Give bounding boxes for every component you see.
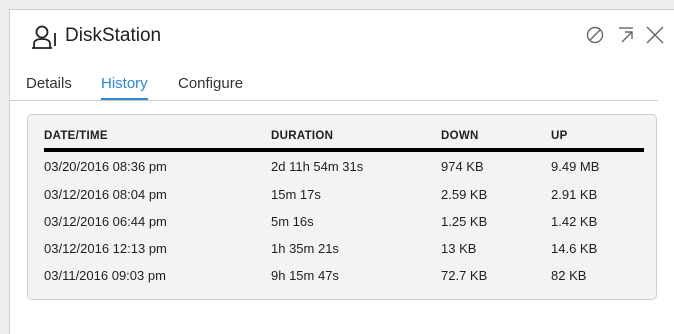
cell-down: 2.59 KB (441, 187, 488, 202)
cell-duration: 2d 11h 54m 31s (271, 159, 364, 174)
disable-icon[interactable] (584, 24, 606, 46)
tab-history[interactable]: History (101, 74, 148, 100)
cell-datetime: 03/12/2016 08:04 pm (44, 187, 167, 202)
history-panel: DATE/TIME DURATION DOWN UP 03/20/2016 08… (27, 114, 657, 300)
window-titlebar: DiskStation (10, 10, 674, 62)
table-row: 03/12/2016 08:04 pm 15m 17s 2.59 KB 2.91… (44, 181, 644, 208)
cell-down: 72.7 KB (441, 268, 488, 283)
device-user-icon (30, 24, 58, 50)
cell-up: 14.6 KB (551, 241, 598, 256)
cell-up: 2.91 KB (551, 187, 598, 202)
window-title: DiskStation (65, 25, 162, 46)
cell-down: 13 KB (441, 241, 477, 256)
table-row: 03/20/2016 08:36 pm 2d 11h 54m 31s 974 K… (44, 150, 644, 181)
cell-down: 1.25 KB (441, 214, 488, 229)
cell-up: 1.42 KB (551, 214, 598, 229)
cell-datetime: 03/11/2016 09:03 pm (44, 268, 166, 283)
column-header-duration[interactable]: DURATION (271, 123, 441, 152)
table-row: 03/12/2016 12:13 pm 1h 35m 21s 13 KB 14.… (44, 235, 644, 262)
table-header-row: DATE/TIME DURATION DOWN UP (44, 123, 644, 152)
cell-up: 9.49 MB (551, 159, 600, 174)
cell-up: 82 KB (551, 268, 587, 283)
history-table: DATE/TIME DURATION DOWN UP 03/20/2016 08… (44, 123, 644, 289)
cell-datetime: 03/12/2016 12:13 pm (44, 241, 167, 256)
client-details-window: DiskStation Details History Configure DA… (9, 9, 674, 334)
cell-down: 974 KB (441, 159, 484, 174)
table-row: 03/11/2016 09:03 pm 9h 15m 47s 72.7 KB 8… (44, 262, 644, 289)
tab-configure[interactable]: Configure (178, 74, 243, 98)
column-header-down[interactable]: DOWN (441, 123, 551, 152)
column-header-datetime[interactable]: DATE/TIME (44, 123, 271, 152)
cell-duration: 9h 15m 47s (271, 268, 339, 283)
column-header-up[interactable]: UP (551, 123, 644, 152)
popout-icon[interactable] (615, 24, 637, 46)
table-row: 03/12/2016 06:44 pm 5m 16s 1.25 KB 1.42 … (44, 208, 644, 235)
cell-datetime: 03/20/2016 08:36 pm (44, 159, 167, 174)
cell-duration: 1h 35m 21s (271, 241, 339, 256)
cell-duration: 15m 17s (271, 187, 321, 202)
cell-duration: 5m 16s (271, 214, 314, 229)
tab-bar: Details History Configure (10, 72, 658, 101)
close-icon[interactable] (644, 24, 666, 46)
cell-datetime: 03/12/2016 06:44 pm (44, 214, 167, 229)
tab-details[interactable]: Details (26, 74, 72, 98)
